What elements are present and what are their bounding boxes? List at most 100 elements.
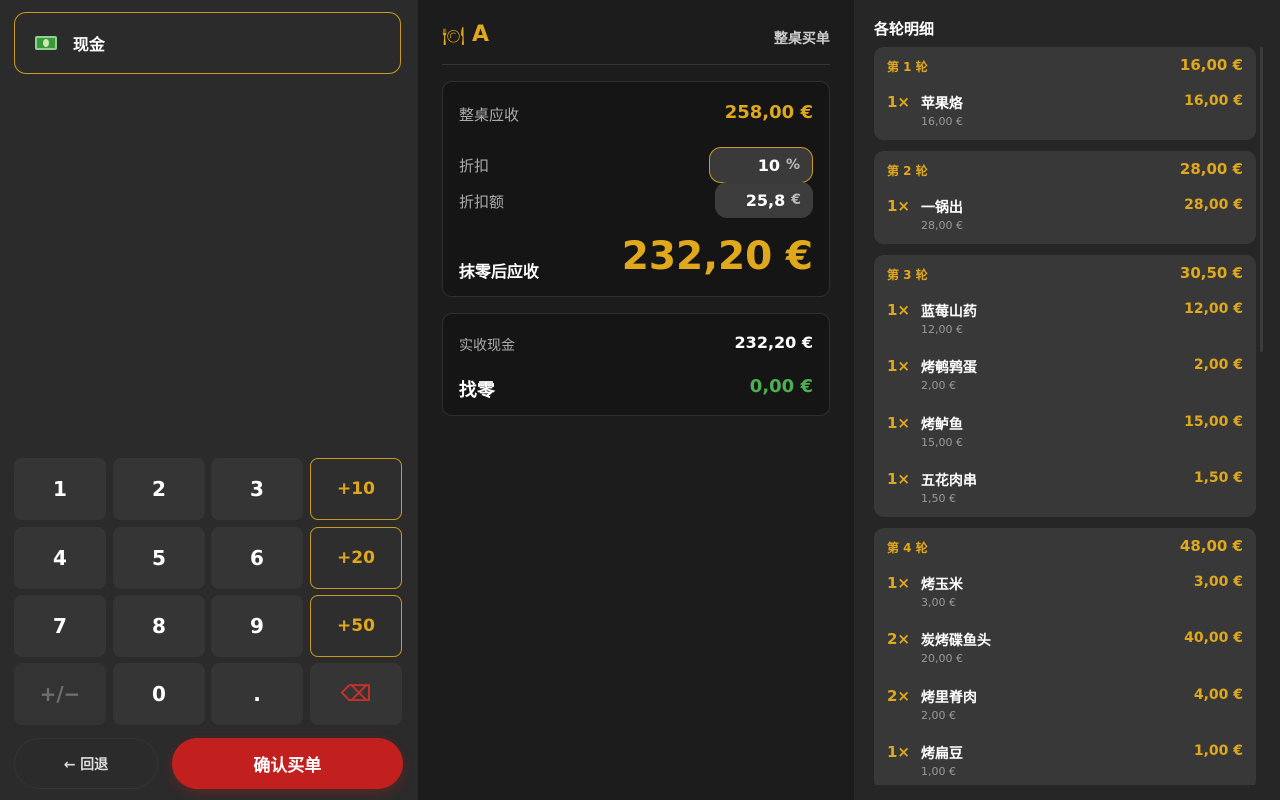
round-total: 30,50 € [1179,264,1243,282]
cash-icon [35,36,57,50]
key-0[interactable]: 0 [113,663,205,725]
change-label: 找零 [459,380,495,401]
item-qty: 1× [887,574,911,592]
confirm-checkout-button[interactable]: 确认买单 [172,738,403,789]
rounds-scrollbar[interactable] [1260,47,1263,352]
key-sign-toggle[interactable]: +/− [14,663,106,725]
key-1[interactable]: 1 [14,458,106,520]
key-9[interactable]: 9 [211,595,303,657]
amount-summary-card: 整桌应收 258,00 € 折扣 10 % 折扣额 25,8 € 抹零后应收 2… [442,81,830,297]
item-total: 4,00 € [1193,687,1243,703]
key-decimal[interactable]: . [211,663,303,725]
discount-amount-unit: € [791,192,801,208]
item-name: 烤里脊肉 [921,690,977,706]
payment-panel: 现金 1 2 3 +10 4 5 6 +20 7 8 9 +50 +/− 0 .… [0,0,418,800]
item-unit-price: 2,00 € [921,379,956,392]
rounded-value: 232,20 € [621,234,813,279]
item-qty: 1× [887,470,911,488]
key-plus-10[interactable]: +10 [310,458,402,520]
item-name: 烤玉米 [921,577,963,593]
discount-amount-input[interactable]: 25,8 € [715,182,813,218]
item-qty: 1× [887,357,911,375]
item-name: 烤鲈鱼 [921,417,963,433]
item-unit-price: 12,00 € [921,323,963,336]
item-name: 烤扁豆 [921,746,963,762]
round-total: 28,00 € [1179,160,1243,178]
receivable-value: 258,00 € [724,102,813,123]
item-name: 五花肉串 [921,473,977,489]
item-unit-price: 2,00 € [921,709,956,722]
round-card: 第 3 轮 30,50 € 1× 蓝莓山药 12,00 € 12,00 € 1×… [874,255,1256,517]
key-5[interactable]: 5 [113,527,205,589]
round-card: 第 4 轮 48,00 € 1× 烤玉米 3,00 € 3,00 € 2× 炭烤… [874,528,1256,785]
key-6[interactable]: 6 [211,527,303,589]
key-3[interactable]: 3 [211,458,303,520]
rounded-label: 抹零后应收 [459,262,540,281]
discount-input[interactable]: 10 % [709,147,813,183]
item-total: 40,00 € [1184,630,1243,646]
round-name: 第 1 轮 [887,60,928,74]
item-name: 蓝莓山药 [921,304,977,320]
item-unit-price: 15,00 € [921,436,963,449]
round-item: 2× 烤里脊肉 2,00 € 4,00 € [874,687,1256,735]
item-unit-price: 1,00 € [921,765,956,778]
round-item: 1× 烤鲈鱼 15,00 € 15,00 € [874,414,1256,462]
discount-amount-label: 折扣额 [459,193,505,211]
payment-method-cash[interactable]: 现金 [14,12,401,74]
item-unit-price: 28,00 € [921,219,963,232]
back-button[interactable]: ← 回退 [14,738,158,789]
receivable-label: 整桌应收 [459,106,520,124]
key-8[interactable]: 8 [113,595,205,657]
round-item: 1× 烤玉米 3,00 € 3,00 € [874,574,1256,622]
item-qty: 1× [887,301,911,319]
discount-label: 折扣 [459,157,490,175]
change-value: 0,00 € [749,376,813,397]
item-total: 2,00 € [1193,357,1243,373]
key-2[interactable]: 2 [113,458,205,520]
key-plus-50[interactable]: +50 [310,595,402,657]
item-unit-price: 20,00 € [921,652,963,665]
item-total: 12,00 € [1184,301,1243,317]
item-total: 16,00 € [1184,93,1243,109]
round-item: 2× 炭烤碟鱼头 20,00 € 40,00 € [874,630,1256,678]
round-name: 第 3 轮 [887,268,928,282]
item-name: 苹果烙 [921,96,963,112]
backspace-icon[interactable]: ⌫ [310,663,402,725]
item-total: 1,50 € [1193,470,1243,486]
received-label: 实收现金 [459,338,515,354]
cash-card: 实收现金 232,20 € 找零 0,00 € [442,313,830,416]
item-qty: 2× [887,687,911,705]
item-total: 15,00 € [1184,414,1243,430]
rounds-title: 各轮明细 [874,20,935,38]
item-unit-price: 1,50 € [921,492,956,505]
cutlery-icon: 🍽 [442,26,465,47]
item-total: 1,00 € [1193,743,1243,759]
item-qty: 1× [887,93,911,111]
item-name: 炭烤碟鱼头 [921,633,991,649]
discount-value: 10 [757,155,780,175]
item-name: 一锅出 [921,200,963,216]
item-qty: 2× [887,630,911,648]
round-name: 第 2 轮 [887,164,928,178]
key-plus-20[interactable]: +20 [310,527,402,589]
discount-amount-value: 25,8 [745,190,786,210]
item-total: 3,00 € [1193,574,1243,590]
round-item: 1× 蓝莓山药 12,00 € 12,00 € [874,301,1256,349]
round-name: 第 4 轮 [887,541,928,555]
rounds-list[interactable]: 第 1 轮 16,00 € 1× 苹果烙 16,00 € 16,00 € 第 2… [874,47,1256,785]
table-header: 🍽 A 整桌买单 [442,18,830,65]
item-qty: 1× [887,743,911,761]
key-7[interactable]: 7 [14,595,106,657]
item-qty: 1× [887,197,911,215]
payment-method-label: 现金 [73,35,106,54]
key-4[interactable]: 4 [14,527,106,589]
round-item: 1× 苹果烙 16,00 € 16,00 € [874,93,1256,141]
round-card: 第 2 轮 28,00 € 1× 一锅出 28,00 € 28,00 € [874,151,1256,244]
table-name: A [472,22,490,47]
item-unit-price: 3,00 € [921,596,956,609]
round-total: 48,00 € [1179,537,1243,555]
item-total: 28,00 € [1184,197,1243,213]
item-name: 烤鹌鹑蛋 [921,360,977,376]
item-unit-price: 16,00 € [921,115,963,128]
whole-table-checkout-link[interactable]: 整桌买单 [774,28,830,48]
